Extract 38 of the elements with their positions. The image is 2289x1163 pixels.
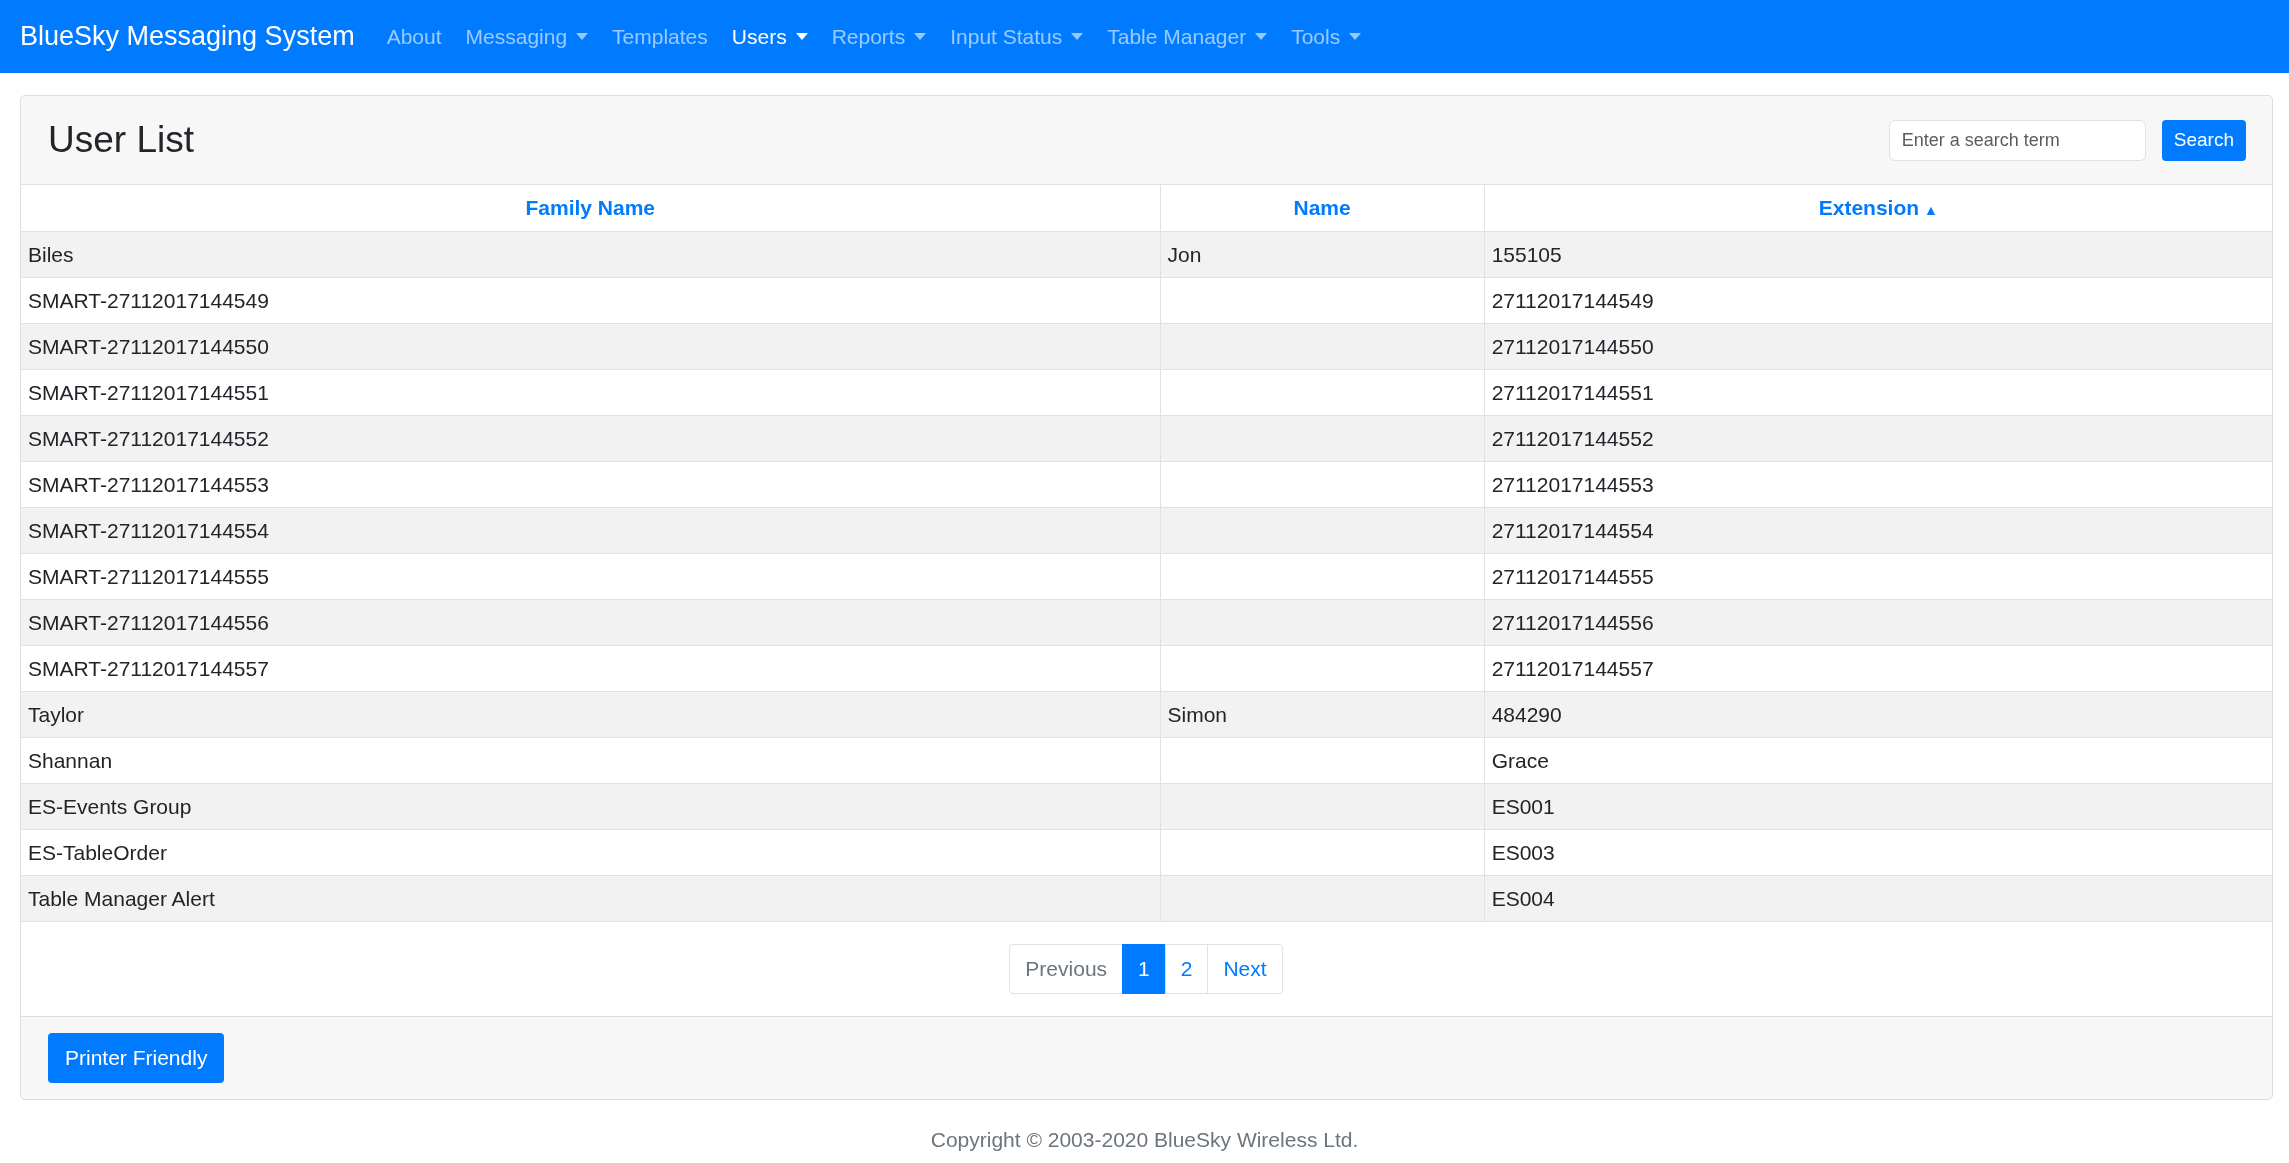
table-cell: SMART-27112017144550 <box>21 323 1160 370</box>
nav-dropdown[interactable]: Messaging <box>453 12 601 61</box>
table-cell: Jon <box>1160 231 1485 278</box>
table-cell: SMART-27112017144556 <box>21 599 1160 646</box>
brand-link[interactable]: BlueSky Messaging System <box>20 16 355 57</box>
page-link[interactable]: Next <box>1207 944 1283 994</box>
table-cell: SMART-27112017144551 <box>21 369 1160 416</box>
nav-dropdown[interactable]: Users <box>719 12 820 61</box>
table-cell: ES-Events Group <box>21 783 1160 830</box>
search-button[interactable]: Search <box>2161 119 2246 161</box>
nav-dropdown[interactable]: Table Manager <box>1095 12 1280 61</box>
nav-link[interactable]: Templates <box>600 12 720 61</box>
sort-icon: ▲ <box>1924 202 1938 219</box>
table-cell: SMART-27112017144555 <box>21 553 1160 600</box>
page-link[interactable]: 2 <box>1164 944 1209 994</box>
printer-friendly-button[interactable]: Printer Friendly <box>48 1033 225 1083</box>
column-header[interactable]: Family Name <box>21 184 1160 232</box>
table-cell: Shannan <box>21 737 1160 784</box>
table-cell: SMART-27112017144552 <box>21 415 1160 462</box>
page-link[interactable]: 1 <box>1122 944 1166 994</box>
table-cell: SMART-27112017144557 <box>21 645 1160 692</box>
table-cell: SMART-27112017144553 <box>21 461 1160 508</box>
table-cell: SMART-27112017144554 <box>21 507 1160 554</box>
copyright-text: Copyright © 2003-2020 BlueSky Wireless Ltd. <box>929 1127 1360 1153</box>
column-header[interactable]: Extension ▲ <box>1484 184 2272 232</box>
nav-dropdown[interactable]: Input Status <box>938 12 1096 61</box>
search-field[interactable]: Enter a search term <box>1888 119 2146 161</box>
table-cell: SMART-27112017144549 <box>21 277 1160 324</box>
table-cell: ES-TableOrder <box>21 829 1160 876</box>
table-cell: Taylor <box>21 691 1160 738</box>
column-header[interactable]: Name <box>1160 184 1485 232</box>
nav-link[interactable]: About <box>374 12 454 61</box>
nav-dropdown[interactable]: Reports <box>819 12 939 61</box>
table-cell: Simon <box>1160 691 1485 738</box>
table-cell: Biles <box>21 231 1160 278</box>
nav-dropdown[interactable]: Tools <box>1279 12 1374 61</box>
table-cell: Table Manager Alert <box>21 875 1160 922</box>
page-title: User List <box>48 117 194 162</box>
